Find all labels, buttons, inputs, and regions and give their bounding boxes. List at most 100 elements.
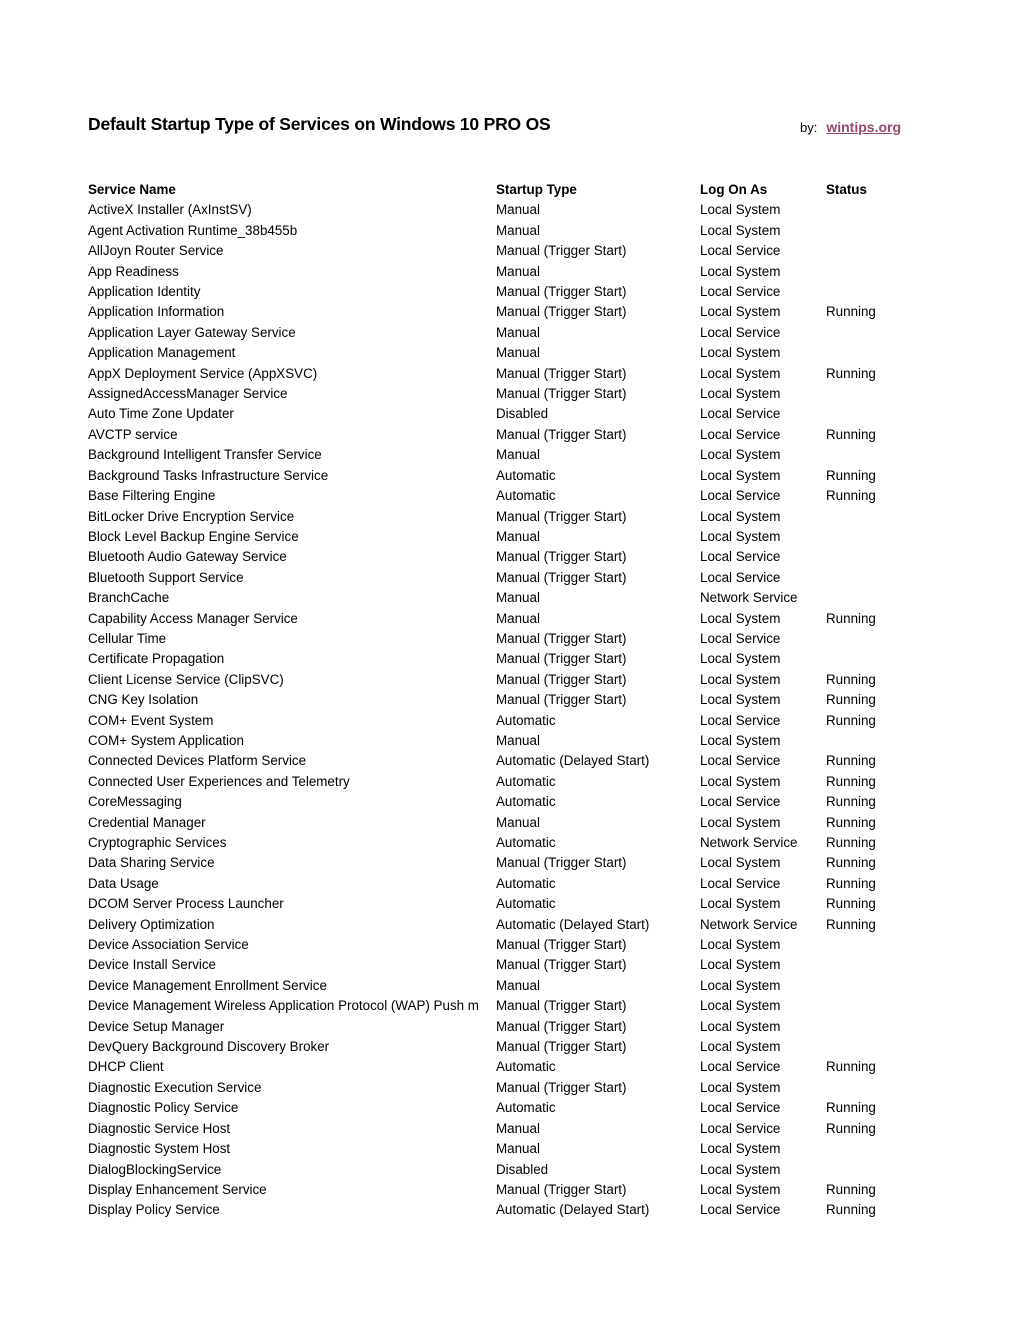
service-name-cell: Application Layer Gateway Service [88,323,496,343]
log-on-as-text: Local System [700,855,781,871]
log-on-as-text: Local System [700,222,781,238]
table-row: Cellular Time Manual (Trigger Start) Local… [88,629,906,649]
service-name-cell: Application Identity [88,282,496,302]
log-on-as-cell: Local Service [700,792,826,812]
table-row: DCOM Server Process Launcher Automatic Loc… [88,894,906,914]
startup-type-cell: Automatic (Delayed Start) [496,915,700,935]
status-text: Running [826,835,876,850]
status-text: Running [826,365,876,381]
status-cell: Running [826,1098,906,1118]
service-name-text: ActiveX Installer (AxInstSV) [88,202,252,218]
startup-type-cell: Manual [496,323,700,343]
log-on-as-text: Network Service [700,916,798,932]
status-cell [826,1037,906,1057]
wintips-link[interactable]: wintips.org [826,119,901,135]
startup-type-text: Disabled [496,1161,549,1177]
startup-type-text: Manual (Trigger Start) [496,630,627,646]
status-text: Running [826,671,876,687]
log-on-as-cell: Local System [700,507,826,527]
startup-type-text: Manual (Trigger Start) [496,937,627,953]
log-on-as-cell: Local Service [700,404,826,424]
log-on-as-cell: Local System [700,1180,826,1200]
service-name-text: Diagnostic Service Host [88,1120,231,1136]
startup-type-cell: Manual [496,813,700,833]
service-name-cell: Cryptographic Services [88,833,496,853]
startup-type-text: Manual [496,222,540,238]
startup-type-text: Manual (Trigger Start) [496,386,627,402]
table-row: AllJoyn Router Service Manual (Trigger St… [88,241,906,261]
startup-type-cell: Manual (Trigger Start) [496,935,700,955]
service-name-text: Device Association Service [88,937,249,953]
log-on-as-cell: Local System [700,221,826,241]
log-on-as-text: Local Service [700,1059,781,1075]
log-on-as-cell: Local Service [700,1057,826,1077]
startup-type-text: Manual [496,528,540,544]
table-row: COM+ Event System Automatic Local Service R… [88,711,906,731]
startup-type-text: Manual [496,202,540,218]
service-name-cell: Base Filtering Engine [88,486,496,506]
status-text: Running [826,794,876,810]
table-body: ActiveX Installer (AxInstSV) Manual Local … [88,200,906,1220]
service-name-text: COM+ Event System [88,712,214,728]
startup-type-cell: Manual (Trigger Start) [496,568,700,588]
startup-type-text: Manual [496,610,540,626]
table-row: Bluetooth Audio Gateway Service Manual (T… [88,547,906,567]
startup-type-cell: Manual (Trigger Start) [496,507,700,527]
startup-type-cell: Manual [496,527,700,547]
log-on-as-cell: Local System [700,384,826,404]
log-on-as-cell: Local System [700,364,826,384]
table-row: Bluetooth Support Service Manual (Trigger… [88,568,906,588]
log-on-as-text: Local System [700,467,781,483]
table-row: Base Filtering Engine Automatic Local Serv… [88,486,906,506]
log-on-as-text: Local Service [700,426,781,442]
status-cell [826,547,906,567]
service-name-text: AllJoyn Router Service [88,243,224,259]
startup-type-text: Automatic [496,1059,556,1075]
log-on-as-cell: Local System [700,200,826,220]
service-name-cell: AVCTP service [88,425,496,445]
service-name-cell: Agent Activation Runtime_38b455b [88,221,496,241]
startup-type-cell: Manual (Trigger Start) [496,364,700,384]
service-name-cell: Diagnostic Service Host [88,1119,496,1139]
log-on-as-cell: Local System [700,649,826,669]
startup-type-text: Automatic (Delayed Start) [496,916,650,932]
startup-type-cell: Manual (Trigger Start) [496,1078,700,1098]
startup-type-cell: Manual (Trigger Start) [496,996,700,1016]
log-on-as-text: Local System [700,1018,781,1034]
column-header-service-name: Service Name [88,182,176,197]
service-name-text: Agent Activation Runtime_38b455b [88,222,298,238]
status-cell [826,955,906,975]
service-name-cell: COM+ Event System [88,711,496,731]
service-name-cell: Device Management Wireless Application P… [88,996,496,1016]
log-on-as-text: Local System [700,1039,781,1055]
log-on-as-cell: Local System [700,1139,826,1159]
table-row: App Readiness Manual Local System [88,262,906,282]
startup-type-text: Manual (Trigger Start) [496,1039,627,1055]
table-header-row: Service Name Startup Type Log On As Stat… [88,180,906,200]
status-text: Running [826,875,876,891]
service-name-cell: CoreMessaging [88,792,496,812]
service-name-cell: Client License Service (ClipSVC) [88,670,496,690]
service-name-cell: AssignedAccessManager Service [88,384,496,404]
table-row: DevQuery Background Discovery Broker Manu… [88,1037,906,1057]
startup-type-text: Manual (Trigger Start) [496,243,627,259]
status-cell [826,343,906,363]
table-row: AVCTP service Manual (Trigger Start) Local… [88,425,906,445]
service-name-cell: Diagnostic System Host [88,1139,496,1159]
status-cell [826,1139,906,1159]
service-name-cell: Cellular Time [88,629,496,649]
log-on-as-cell: Local Service [700,282,826,302]
status-text: Running [826,1059,876,1075]
table-row: Application Management Manual Local System [88,343,906,363]
service-name-text: Auto Time Zone Updater [88,406,234,422]
status-cell: Running [826,894,906,914]
log-on-as-text: Local System [700,1141,781,1157]
log-on-as-text: Local System [700,263,781,279]
startup-type-text: Manual (Trigger Start) [496,1181,627,1197]
service-name-text: Cellular Time [88,630,167,646]
service-name-cell: Data Sharing Service [88,853,496,873]
status-text: Running [826,712,876,728]
startup-type-cell: Automatic [496,894,700,914]
service-name-text: Certificate Propagation [88,651,225,667]
startup-type-text: Disabled [496,406,549,422]
